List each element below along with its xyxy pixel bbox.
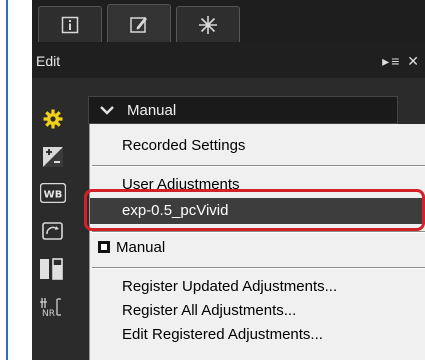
menu-item-label: Manual [116,239,166,256]
dropdown-selected-value: Manual [127,102,177,119]
picture-control-icon [42,222,63,240]
tool-exposure[interactable] [38,144,68,170]
menu-item-label: Recorded Settings [122,137,246,154]
picture-control-dropdown[interactable]: Manual [88,96,398,124]
menu-separator-highlight [92,166,425,167]
checkbox-checked-icon [98,241,110,253]
exposure-icon [43,147,63,167]
info-icon [61,16,79,33]
dropdown-menu: Recorded Settings User Adjustments exp-0… [89,124,425,360]
nr-label: NR [42,309,55,318]
panel-title-bar: Edit ▸≡ ✕ [32,44,425,78]
tab-strip [32,0,425,44]
menu-item-label: exp-0.5_pcVivid [122,202,229,219]
tool-column: WB NR [32,78,88,360]
menu-item-label: Edit Registered Adjustments... [122,326,323,343]
menu-item-exp-preset[interactable]: exp-0.5_pcVivid [90,198,425,224]
menu-separator-highlight [92,268,425,269]
menu-item-recorded-settings[interactable]: Recorded Settings [90,134,425,158]
blue-rule [6,0,8,360]
close-icon[interactable]: ✕ [407,53,421,69]
white-balance-icon: WB [40,183,66,203]
tool-noise-reduction[interactable]: NR [38,294,68,320]
panel-title: Edit [36,53,61,69]
title-bar-controls: ▸≡ ✕ [382,53,421,70]
tool-picture-control-settings[interactable] [38,106,68,132]
wb-label: WB [44,190,63,201]
tool-levels[interactable] [38,256,68,282]
left-gutter [0,0,32,360]
star-burst-icon [199,15,217,34]
noise-reduction-icon: NR [40,298,61,318]
menu-item-register-updated[interactable]: Register Updated Adjustments... [90,275,425,299]
tab-edit[interactable] [107,4,171,42]
menu-item-manual[interactable]: Manual [90,236,425,260]
menu-item-edit-registered[interactable]: Edit Registered Adjustments... [90,323,425,347]
menu-item-user-adjustments: User Adjustments [90,173,425,197]
tab-info[interactable] [38,6,102,42]
gear-icon [43,109,63,129]
edit-panel: Edit ▸≡ ✕ WB NR Manual Recorded Settings… [32,0,425,360]
tab-tools[interactable] [176,6,240,42]
chevron-down-icon [100,106,114,115]
tool-white-balance[interactable]: WB [38,180,68,206]
edit-pencil-icon [130,16,147,33]
menu-item-label: User Adjustments [122,176,240,193]
menu-separator-highlight [92,232,425,233]
levels-icon [40,258,63,280]
menu-item-register-all[interactable]: Register All Adjustments... [90,299,425,323]
panel-menu-icon[interactable]: ▸≡ [382,53,401,69]
menu-item-label: Register Updated Adjustments... [122,278,338,295]
tool-picture-control[interactable] [38,218,68,244]
menu-item-label: Register All Adjustments... [122,302,297,319]
